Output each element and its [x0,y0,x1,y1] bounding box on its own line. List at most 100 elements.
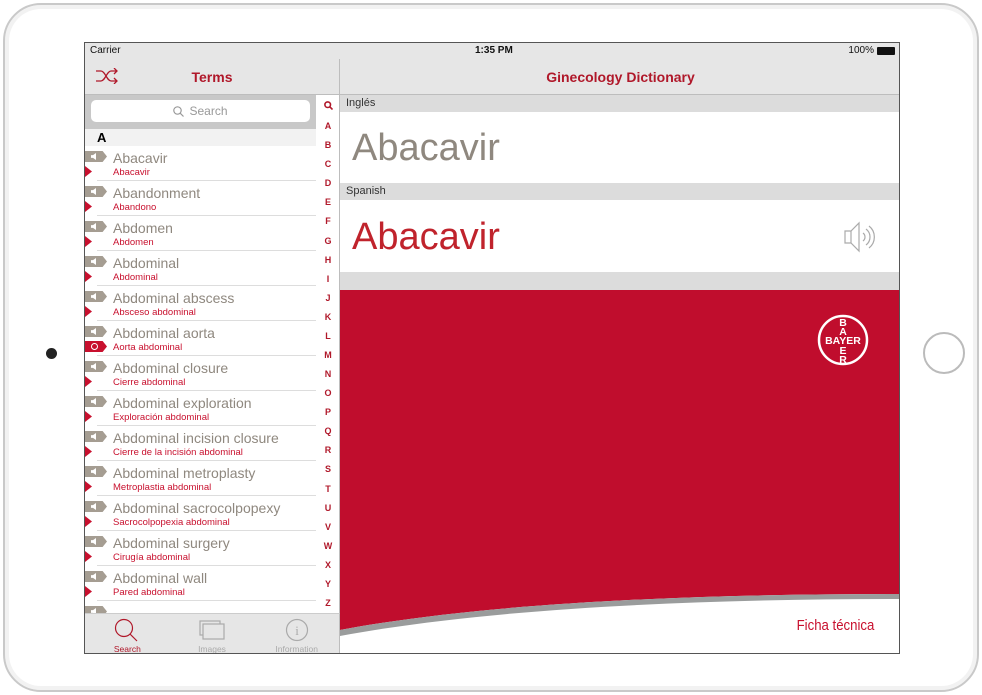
page-title: Ginecology Dictionary [546,69,695,85]
index-letter[interactable]: N [325,365,332,384]
main-nav-bar: Ginecology Dictionary [340,59,899,95]
term-english: Abdomen [113,220,173,236]
search-input[interactable]: Search [91,100,310,122]
list-item[interactable]: Abdominal wall Pared abdominal [85,566,316,601]
alphabet-index[interactable]: ABCDEFGHIJKLMNOPQRSTUVWXYZ [316,95,339,613]
index-letter[interactable]: A [325,117,332,136]
term-english: Abandonment [113,185,201,201]
term-english: Abdominal abscess [113,290,235,306]
list-item[interactable]: Abdominal metroplasty Metroplastia abdom… [85,461,316,496]
index-letter[interactable]: Z [325,594,331,613]
ficha-tecnica-link[interactable]: Ficha técnica [796,617,874,634]
index-letter[interactable]: P [325,403,331,422]
term-english: Abdominal metroplasty [113,465,256,481]
list-item[interactable]: Abdominal closure Cierre abdominal [85,356,316,391]
search-icon [173,105,185,117]
index-letter[interactable]: Q [324,422,331,441]
svg-text:i: i [295,623,299,638]
list-item[interactable]: Abacavir Abacavir [85,146,316,181]
index-letter[interactable]: J [325,289,330,308]
list-item[interactable]: Abandonment Abandono [85,181,316,216]
list-item-partial[interactable] [85,601,316,613]
sidebar-nav-bar: Terms [85,59,340,95]
spanish-term: Abacavir [352,216,500,258]
term-spanish: Pared abdominal [113,587,185,598]
speaker-icon[interactable] [85,186,107,197]
flag-icon [85,376,92,387]
speaker-icon[interactable] [843,220,877,254]
battery-icon [877,46,895,55]
term-spanish: Metroplastia abdominal [113,482,212,493]
term-spanish: Abdominal [113,272,158,283]
search-icon [115,618,138,642]
index-letter[interactable]: L [325,327,331,346]
index-letter[interactable]: F [325,212,331,231]
flag-icon [85,516,92,527]
list-item[interactable]: Abdominal Abdominal [85,251,316,286]
term-spanish: Absceso abdominal [113,307,196,318]
tab-images[interactable]: Images [170,614,255,653]
speaker-icon[interactable] [85,396,107,407]
index-letter[interactable]: I [327,270,330,289]
home-button[interactable] [923,332,965,374]
tab-search[interactable]: Search [85,614,170,653]
battery-percent: 100% [848,45,874,56]
index-search-icon[interactable] [323,98,333,117]
index-letter[interactable]: W [324,537,333,556]
index-letter[interactable]: H [325,251,332,270]
list-item[interactable]: Abdominal aorta Aorta abdominal [85,321,316,356]
index-letter[interactable]: E [325,193,331,212]
screen: Carrier 1:35 PM 100% Terms Ginecology Di… [84,42,900,654]
index-letter[interactable]: B [325,136,332,155]
index-letter[interactable]: D [325,174,332,193]
list-item[interactable]: Abdomen Abdomen [85,216,316,251]
term-english: Abdominal exploration [113,395,252,411]
list-item[interactable]: Abdominal sacrocolpopexy Sacrocolpopexia… [85,496,316,531]
speaker-icon[interactable] [85,501,107,512]
index-letter[interactable]: K [325,308,332,327]
index-letter[interactable]: Y [325,575,331,594]
index-letter[interactable]: C [325,155,332,174]
term-spanish: Cierre abdominal [113,377,186,388]
index-letter[interactable]: O [324,384,331,403]
flag-icon [85,481,92,492]
speaker-icon[interactable] [85,291,107,302]
banner-background [340,290,899,636]
index-letter[interactable]: T [325,480,331,499]
camera [46,348,57,359]
speaker-icon[interactable] [85,536,107,547]
index-letter[interactable]: U [325,499,332,518]
index-letter[interactable]: M [324,346,332,365]
speaker-icon[interactable] [85,606,107,613]
index-letter[interactable]: X [325,556,331,575]
speaker-icon[interactable] [85,256,107,267]
speaker-icon[interactable] [85,571,107,582]
spanish-label: Spanish [340,183,899,200]
speaker-icon[interactable] [85,361,107,372]
english-label: Inglés [340,95,899,112]
tab-information[interactable]: i Information [254,614,339,654]
bayer-banner[interactable]: BAYER BAER Ficha técnica [340,290,899,653]
index-letter[interactable]: V [325,518,331,537]
term-spanish: Abacavir [113,167,150,178]
index-letter[interactable]: R [325,441,332,460]
speaker-icon[interactable] [85,221,107,232]
status-bar: Carrier 1:35 PM 100% [85,43,899,59]
speaker-icon[interactable] [85,326,107,337]
speaker-icon[interactable] [85,151,107,162]
term-detail: Inglés Abacavir Spanish Abacavir BAYER B… [340,95,899,653]
tab-label: Information [275,644,318,654]
index-letter[interactable]: G [324,232,331,251]
term-english: Abdominal wall [113,570,208,586]
list-item[interactable]: Abdominal incision closure Cierre de la … [85,426,316,461]
list-item[interactable]: Abdominal surgery Cirugía abdominal [85,531,316,566]
list-item[interactable]: Abdominal abscess Absceso abdominal [85,286,316,321]
term-spanish: Abdomen [113,237,154,248]
list-item[interactable]: Abdominal exploration Exploración abdomi… [85,391,316,426]
speaker-icon[interactable] [85,466,107,477]
term-english: Abdominal [113,255,180,271]
speaker-icon[interactable] [85,431,107,442]
index-letter[interactable]: S [325,460,331,479]
terms-list: Search A Abacavir Abacavir Abandonment A… [85,95,340,613]
bayer-logo: BAYER BAER [817,314,869,366]
